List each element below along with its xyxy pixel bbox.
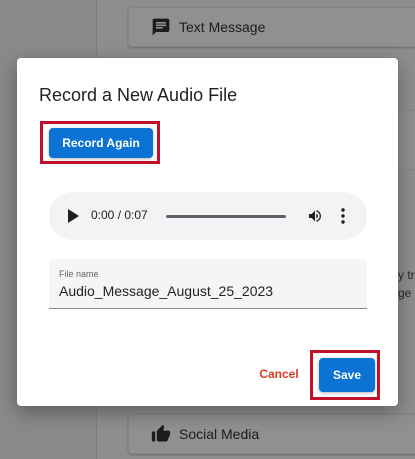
social-media-label: Social Media	[179, 426, 260, 442]
file-name-label: File name	[59, 269, 99, 279]
play-icon[interactable]	[66, 209, 80, 223]
file-name-input[interactable]	[59, 283, 359, 299]
more-vert-icon[interactable]	[337, 206, 349, 226]
cancel-button[interactable]: Cancel	[249, 360, 309, 388]
record-again-button[interactable]: Record Again	[49, 128, 153, 158]
message-icon	[150, 16, 172, 38]
audio-player: 0:00 / 0:07	[49, 192, 367, 240]
volume-icon[interactable]	[307, 207, 323, 225]
file-name-field: File name	[49, 259, 367, 309]
audio-time: 0:00 / 0:07	[91, 208, 148, 222]
save-button[interactable]: Save	[319, 358, 375, 392]
thumbs-up-icon	[150, 423, 172, 445]
record-audio-dialog: Record a New Audio File Record Again 0:0…	[17, 58, 398, 406]
text-message-card[interactable]: Text Message	[128, 7, 415, 47]
text-message-label: Text Message	[179, 19, 266, 35]
dialog-title: Record a New Audio File	[39, 85, 238, 105]
background-side-text-1: y tr	[398, 268, 415, 282]
background-side-text-2: ge	[398, 286, 412, 300]
social-media-card[interactable]: Social Media	[128, 414, 415, 454]
audio-progress-slider[interactable]	[166, 215, 286, 218]
